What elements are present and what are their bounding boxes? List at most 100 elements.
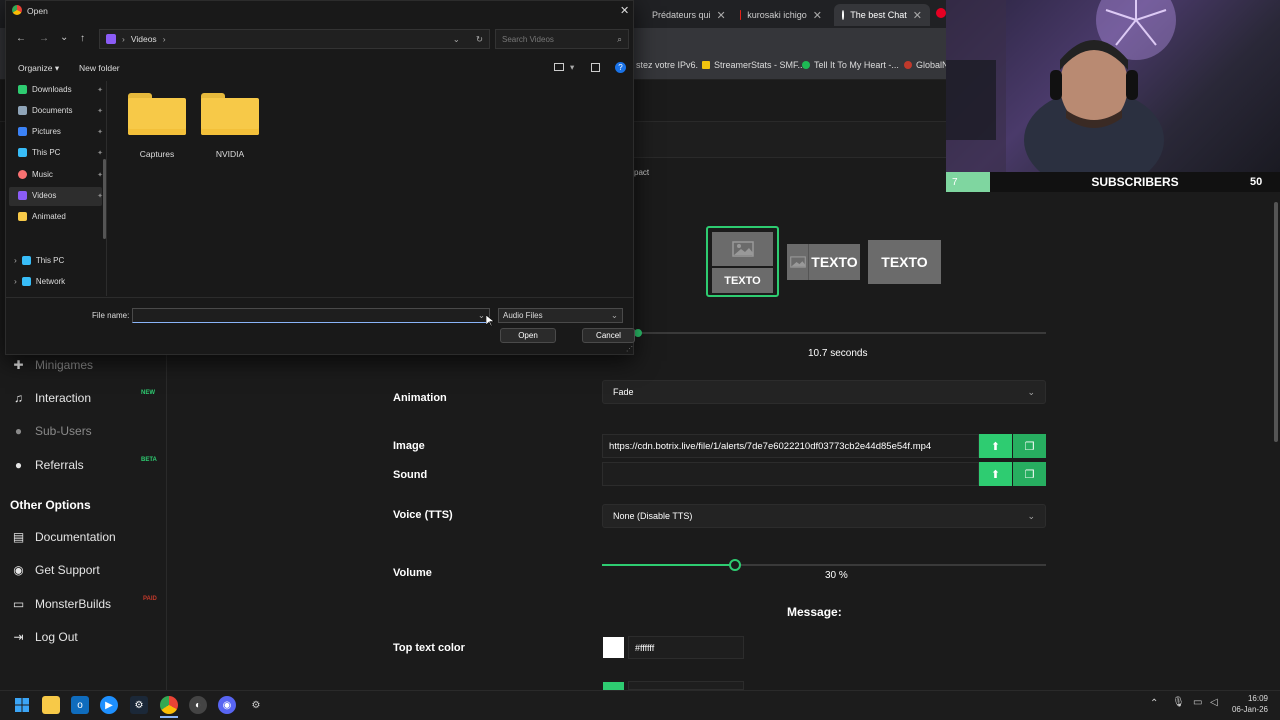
outlook-icon[interactable]: o <box>71 696 89 714</box>
volume-slider-track[interactable] <box>602 559 1046 571</box>
resize-grip-icon[interactable]: ⋰ <box>626 345 633 353</box>
folder-label[interactable]: NVIDIA <box>200 149 260 159</box>
sidebar-item-get-support[interactable]: ◉ Get Support <box>12 563 99 577</box>
close-icon[interactable]: ✕ <box>620 4 629 17</box>
chevron-down-icon[interactable]: ⌄ <box>453 34 460 45</box>
view-icon[interactable] <box>554 63 564 71</box>
color-swatch[interactable] <box>603 682 624 690</box>
sidebar-item-documentation[interactable]: ▤ Documentation <box>12 530 116 544</box>
nav-item-documents[interactable]: Documents ✦ <box>18 106 103 115</box>
nav-item-music[interactable]: Music ✦ <box>18 170 103 179</box>
nav-item-downloads[interactable]: Downloads ✦ <box>18 85 103 94</box>
steam-icon[interactable]: ⚙ <box>130 696 148 714</box>
new-folder-button[interactable]: New folder <box>79 63 120 73</box>
sidebar-item-minigames[interactable]: ✚ Minigames <box>12 358 93 372</box>
page-scrollbar[interactable] <box>1272 192 1280 690</box>
open-button[interactable]: Open <box>500 328 556 343</box>
sidebar-item-sub-users[interactable]: ● Sub-Users <box>12 424 92 438</box>
color-swatch[interactable] <box>603 637 624 658</box>
network-icon[interactable]: ▭ <box>1193 697 1202 708</box>
bookmark[interactable]: stez votre IPv6. <box>636 60 698 70</box>
pinterest-icon[interactable] <box>936 8 946 18</box>
sidebar-item-log-out[interactable]: ⇥ Log Out <box>12 630 77 644</box>
microphone-icon[interactable]: 🎙 <box>1172 697 1185 708</box>
nav-item-this-pc[interactable]: This PC ✦ <box>18 148 103 157</box>
sound-url-input[interactable] <box>602 462 979 486</box>
discord-icon[interactable]: ◉ <box>218 696 236 714</box>
pin-icon: ✦ <box>97 86 103 94</box>
layout-option-overlay[interactable]: TEXTO <box>868 240 941 284</box>
folder-icon[interactable] <box>128 93 186 135</box>
app-icon[interactable]: ◐ <box>189 696 207 714</box>
chevron-up-icon[interactable]: ⌃ <box>1150 698 1158 709</box>
close-icon[interactable]: ✕ <box>813 9 822 22</box>
cancel-button[interactable]: Cancel <box>582 328 635 343</box>
sidebar-item-referrals[interactable]: ● Referrals <box>12 458 84 472</box>
help-icon[interactable]: ? <box>615 62 626 73</box>
browser-tab[interactable]: Prédateurs qui ✕ <box>638 4 728 26</box>
sound-library-button[interactable]: ❐ <box>1013 462 1046 486</box>
volume-value: 30 <box>825 570 837 581</box>
nav-scrollbar-thumb[interactable] <box>103 159 106 239</box>
voice-select[interactable]: None (Disable TTS) ⌄ <box>602 504 1046 528</box>
nav-tree-network[interactable]: › Network <box>14 276 65 286</box>
sidebar-item-monsterbuilds[interactable]: ▭ MonsterBuilds <box>12 597 111 611</box>
animation-select[interactable]: Fade ⌄ <box>602 380 1046 404</box>
network-icon <box>21 276 31 286</box>
duration-slider-track[interactable] <box>634 332 1046 334</box>
file-name-input[interactable]: ⌄ <box>132 308 490 323</box>
layout-option-side[interactable]: TEXTO <box>787 244 860 280</box>
image-url-input[interactable]: https://cdn.botrix.live/file/1/alerts/7d… <box>602 434 979 458</box>
chevron-right-icon[interactable]: › <box>14 255 17 265</box>
sidebar-section-title: Other Options <box>10 498 91 512</box>
path-segment[interactable]: Videos <box>131 34 157 44</box>
volume-icon[interactable]: ◁ <box>1210 697 1218 708</box>
nav-item-pictures[interactable]: Pictures ✦ <box>18 127 103 136</box>
refresh-icon[interactable]: ↻ <box>476 34 483 45</box>
bookmark[interactable]: GlobalN <box>904 60 949 70</box>
top-text-color-input[interactable]: #ffffff <box>628 636 744 659</box>
bookmark[interactable]: Tell It To My Heart -... <box>802 60 899 70</box>
chevron-down-icon[interactable]: ▾ <box>570 62 574 73</box>
upload-image-button[interactable]: ⬆ <box>979 434 1012 458</box>
nav-item-animated[interactable]: Animated <box>18 212 66 221</box>
settings-icon[interactable]: ⚙ <box>247 696 265 714</box>
organize-button[interactable]: Organize ▾ <box>18 63 59 74</box>
duration-slider-handle[interactable] <box>634 329 642 337</box>
scrollbar-thumb[interactable] <box>1274 202 1278 442</box>
color-input[interactable] <box>628 681 744 690</box>
chart-icon <box>702 61 710 69</box>
file-type-select[interactable]: Audio Files ⌄ <box>498 308 623 323</box>
forward-icon[interactable]: → <box>39 33 49 44</box>
image-library-button[interactable]: ❐ <box>1013 434 1046 458</box>
preview-pane-icon[interactable] <box>591 63 600 72</box>
browser-tab-active[interactable]: The best Chat ✕ <box>834 4 930 26</box>
close-icon[interactable]: ✕ <box>717 9 726 22</box>
chevron-down-icon[interactable]: ⌄ <box>478 310 485 321</box>
upload-sound-button[interactable]: ⬆ <box>979 462 1012 486</box>
address-bar[interactable]: › Videos › ⌄ ↻ <box>99 29 490 49</box>
organize-label: Organize <box>18 63 53 73</box>
up-icon[interactable]: ↑ <box>80 33 85 44</box>
nav-tree-this-pc[interactable]: › This PC <box>14 255 64 265</box>
sidebar-item-interaction[interactable]: ♫ Interaction <box>12 391 160 405</box>
close-icon[interactable]: ✕ <box>913 9 922 22</box>
chevron-down-icon[interactable]: ⌄ <box>60 32 68 43</box>
bookmark[interactable]: StreamerStats - SMF... <box>702 60 805 70</box>
duration-value: 10.7 <box>808 348 828 359</box>
folder-label[interactable]: Captures <box>127 149 187 159</box>
back-icon[interactable]: ← <box>16 33 26 44</box>
chevron-right-icon[interactable]: › <box>14 276 17 286</box>
layout-option-stacked[interactable]: TEXTO <box>706 226 779 297</box>
system-clock[interactable]: 16:09 06-Jan-26 <box>1226 693 1268 715</box>
search-input[interactable]: Search Videos <box>502 35 554 44</box>
folder-icon[interactable] <box>201 93 259 135</box>
file-explorer-icon[interactable] <box>42 696 60 714</box>
nav-item-videos[interactable]: Videos ✦ <box>18 191 103 200</box>
search-box[interactable]: Search Videos ⌕ <box>495 29 629 49</box>
browser-tab[interactable]: kurosaki ichigo ✕ <box>732 4 830 26</box>
windows-start-icon[interactable] <box>13 696 31 714</box>
volume-slider-handle[interactable] <box>729 559 741 571</box>
app-icon[interactable]: ▶ <box>100 696 118 714</box>
chrome-icon[interactable] <box>160 696 178 714</box>
